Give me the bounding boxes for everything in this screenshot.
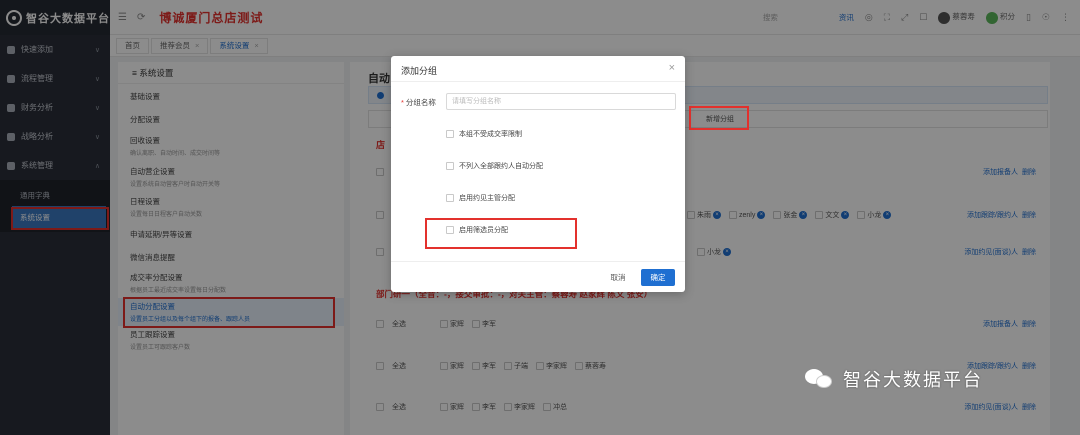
add-group-dialog: 添加分组 × *分组名称 本组不受成交率限制 不列入全部跟约人自动分配 启用约见…	[391, 56, 685, 292]
highlight-box	[689, 106, 749, 130]
divider	[391, 81, 685, 82]
checkbox[interactable]	[446, 130, 454, 138]
option-no-rate-limit[interactable]: 本组不受成交率限制	[446, 129, 522, 139]
watermark: 智谷大数据平台	[805, 366, 983, 392]
checkbox[interactable]	[446, 194, 454, 202]
option-label: 本组不受成交率限制	[459, 131, 522, 138]
highlight-box	[425, 218, 577, 249]
confirm-button[interactable]: 确定	[641, 269, 675, 286]
required-mark: *	[401, 98, 404, 107]
group-name-label: * 分组名称	[401, 97, 436, 108]
checkbox[interactable]	[446, 162, 454, 170]
option-label: 启用约见主管分配	[459, 195, 515, 202]
option-label: 不列入全部跟约人自动分配	[459, 163, 543, 170]
group-name-label-text: 分组名称	[405, 98, 436, 107]
cancel-button[interactable]: 取消	[601, 269, 635, 286]
group-name-input[interactable]	[446, 93, 676, 110]
dialog-title: 添加分组	[401, 66, 438, 76]
wechat-icon	[805, 367, 835, 391]
watermark-text: 智谷大数据平台	[843, 370, 983, 391]
option-meeting-manager[interactable]: 启用约见主管分配	[446, 193, 515, 203]
close-icon[interactable]: ×	[669, 62, 675, 74]
divider	[391, 261, 685, 262]
option-exclude-auto[interactable]: 不列入全部跟约人自动分配	[446, 161, 543, 171]
